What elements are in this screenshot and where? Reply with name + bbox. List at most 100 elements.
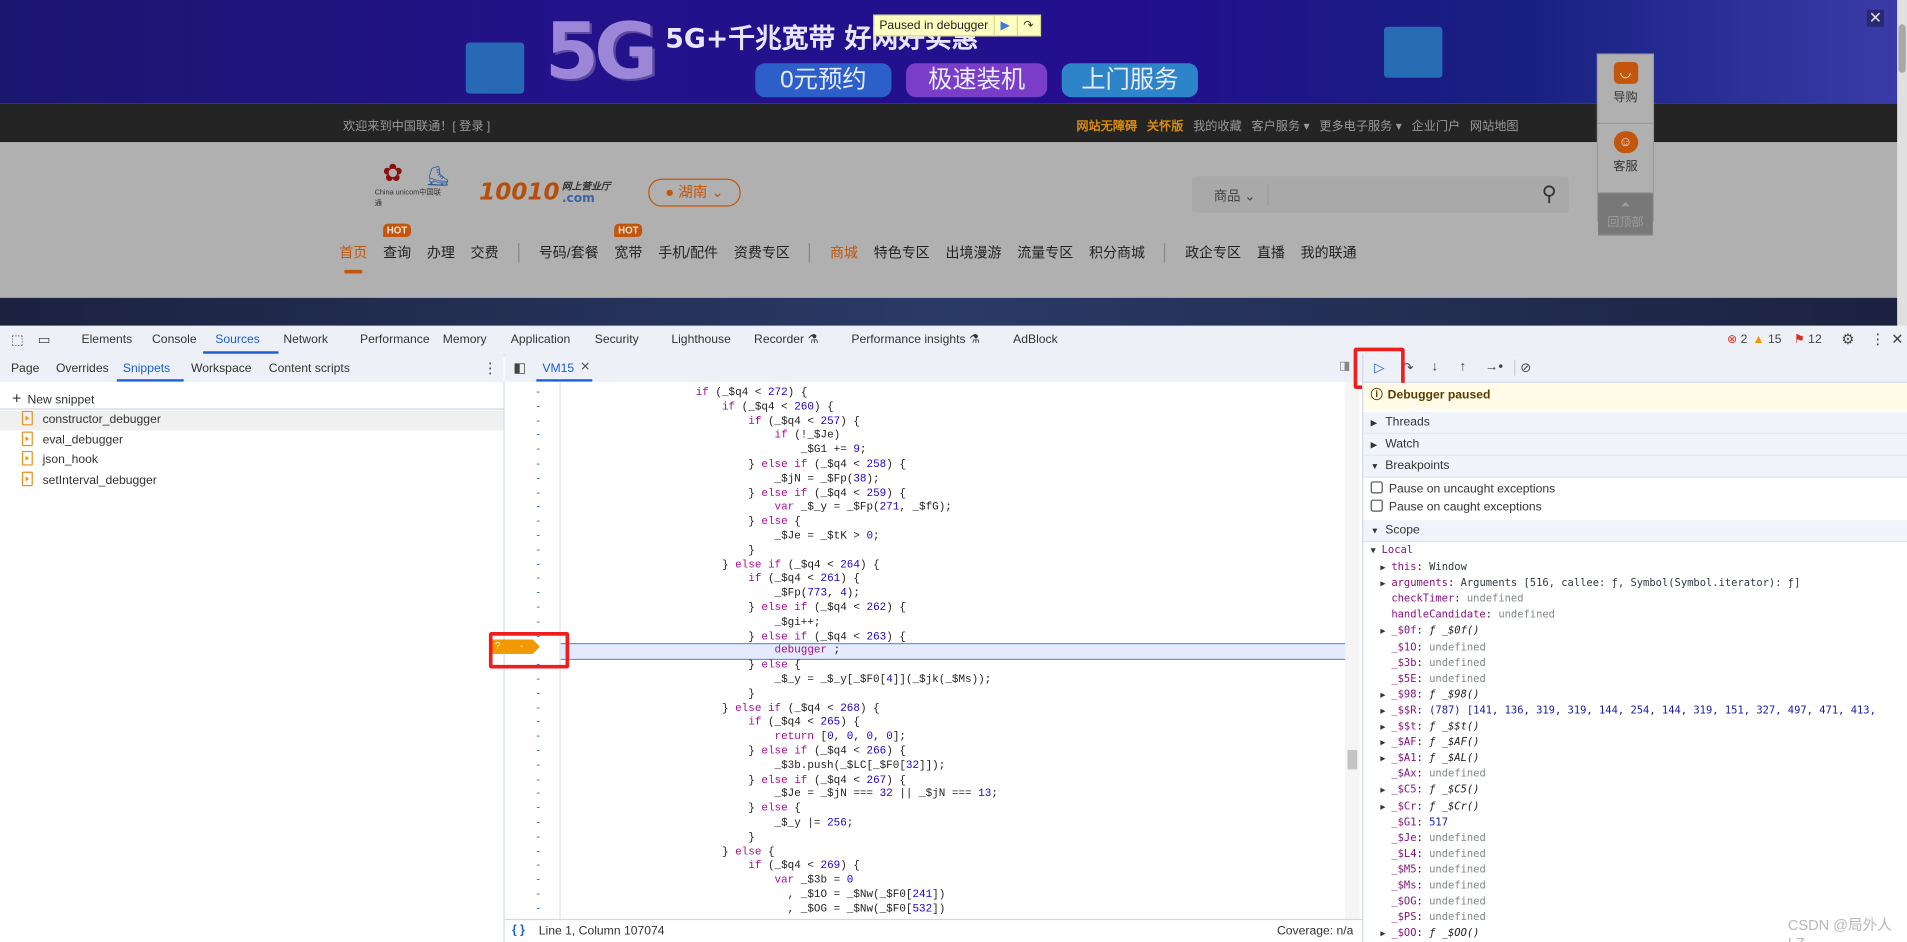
scrollbar-thumb[interactable] [1347,749,1358,770]
line-marker[interactable]: - [536,672,540,684]
line-marker[interactable]: - [536,859,540,871]
code-line[interactable]: , _$OG = _$Nw(_$F0[532]) [564,903,946,917]
welcome-login-text[interactable]: 欢迎来到中国联通！[ 登录 ] [343,115,490,133]
scope-variable[interactable]: ▶ this: Window [1380,560,1466,576]
toggle-navigator-icon[interactable]: ◧ [513,360,526,376]
topbar-link[interactable]: 关怀版 [1147,115,1183,133]
devtools-tab[interactable]: Performance insights ⚗ [851,333,980,346]
banner-button-reserve[interactable]: 0元预约 [755,63,892,98]
expand-icon[interactable]: ▶ [1380,560,1391,576]
code-line[interactable]: if (_$q4 < 261) { [564,573,860,587]
code-line[interactable]: } else if (_$q4 < 268) { [564,702,880,716]
location-selector[interactable]: ● 湖南 ⌄ [648,178,741,207]
toggle-debugger-sidebar-icon[interactable]: ◨ [1339,360,1350,373]
scope-variable[interactable]: ▶ _$Cr: ƒ _$Cr() [1380,799,1479,815]
expand-icon[interactable]: ▶ [1380,624,1391,640]
code-line[interactable]: } [564,688,755,702]
snippet-item[interactable]: setInterval_debugger [0,471,504,490]
issues-count[interactable]: ⚑ 12 [1794,333,1822,346]
code-line[interactable]: _$3b.push(_$LC[_$F0[32]]); [564,759,946,773]
code-line[interactable]: } else { [564,845,775,859]
line-marker[interactable]: - [536,773,540,785]
nav-item[interactable]: 流量专区 [1017,243,1073,262]
line-marker[interactable]: - [536,414,540,426]
navigator-tab[interactable]: Workspace [191,362,252,375]
checkbox[interactable] [1370,499,1383,512]
back-to-top-button[interactable]: ⏶ 回顶部 [1598,193,1653,236]
devtools-tab[interactable]: Elements [81,333,132,346]
scope-variable[interactable]: _$M5: undefined [1380,863,1485,879]
line-marker[interactable]: - [536,572,540,584]
code-line[interactable]: if (_$q4 < 260) { [564,401,834,415]
scope-variable[interactable]: ▶ _$98: ƒ _$98() [1380,688,1479,704]
nav-item[interactable]: 办理 [427,243,455,262]
scope-variable[interactable]: ▶ _$OO: ƒ _$OO() [1380,927,1479,942]
code-line[interactable]: } else if (_$q4 < 262) { [564,602,906,616]
line-marker[interactable]: - [536,400,540,412]
navigator-tab[interactable]: Overrides [56,362,109,375]
expand-icon[interactable]: ▶ [1380,783,1391,799]
scope-variable[interactable]: _$3b: undefined [1380,656,1485,672]
topbar-link[interactable]: 客户服务 ▾ [1251,115,1309,133]
line-marker[interactable]: - [536,557,540,569]
nav-item[interactable]: 查询 HOT [383,223,411,262]
more-options-icon[interactable]: ⋮ [483,360,498,377]
gear-icon[interactable]: ⚙ [1841,331,1854,348]
topbar-link[interactable]: 企业门户 [1412,115,1461,133]
scope-variable[interactable]: ▶ _$0f: ƒ _$0f() [1380,624,1479,640]
devtools-tab[interactable]: Memory [443,333,487,346]
expand-icon[interactable]: ▶ [1380,927,1391,942]
scope-variable[interactable]: ▶ _$$t: ƒ _$$t() [1380,720,1479,736]
code-line[interactable]: if (_$q4 < 257) { [564,415,860,429]
expand-icon[interactable]: ▶ [1380,704,1391,720]
warning-count[interactable]: ▲ 15 [1753,333,1782,346]
code-line[interactable]: if (_$q4 < 269) { [564,860,860,874]
code-line[interactable]: _$_y = _$_y[_$F0[4]](_$jk(_$Ms)); [564,673,992,687]
devtools-tab[interactable]: Security [595,333,639,346]
watch-section[interactable]: ▶ Watch [1363,433,1907,456]
nav-item[interactable]: 政企专区 [1185,243,1241,262]
line-marker[interactable]: - [536,902,540,914]
pretty-print-icon[interactable]: { } [512,924,525,937]
code-line[interactable]: } [564,831,755,845]
line-marker[interactable]: - [536,816,540,828]
devtools-tab[interactable]: Console [152,333,197,346]
nav-item[interactable]: 资费专区 [734,243,790,262]
close-icon[interactable]: ✕ [1891,331,1903,348]
scope-variable[interactable]: ▶ _$$R: (787) [141, 136, 319, 319, 144, 2… [1380,704,1876,720]
banner-button-install[interactable]: 极速装机 [906,63,1048,98]
line-marker[interactable]: - [536,715,540,727]
devtools-tab[interactable]: Network [283,333,328,346]
search-box[interactable]: 商品 ⌄ ⚲ [1191,176,1569,213]
code-line[interactable]: } [564,544,755,558]
code-line[interactable]: if (_$q4 < 272) { [564,387,808,401]
line-marker[interactable]: - [536,844,540,856]
pause-uncaught-checkbox[interactable]: Pause on uncaught exceptions [1370,481,1555,496]
snippet-item[interactable]: constructor_debugger [0,410,504,431]
scope-variable[interactable]: _$1O: undefined [1380,640,1485,656]
scope-variable[interactable]: _$Ax: undefined [1380,767,1485,783]
code-line[interactable]: } else if (_$q4 < 264) { [564,559,880,573]
threads-section[interactable]: ▶ Threads [1363,412,1907,434]
navigator-tab[interactable]: Snippets [123,362,170,375]
line-marker[interactable]: - [536,600,540,612]
scope-variable[interactable]: checkTimer: undefined [1380,592,1523,608]
line-marker[interactable]: - [536,758,540,770]
code-line[interactable]: debugger ; [564,645,841,659]
close-icon[interactable]: ✕ [1866,9,1884,27]
code-line[interactable]: } else if (_$q4 < 263) { [564,630,906,644]
line-marker[interactable]: - [536,471,540,483]
inspect-element-icon[interactable]: ⬚ [11,332,24,348]
device-toolbar-icon[interactable]: ▭ [38,332,51,348]
code-line[interactable]: } else { [564,659,801,673]
scope-variable[interactable]: _$Je: undefined [1380,831,1485,847]
navigator-tab[interactable]: Page [11,362,39,375]
code-line[interactable]: } else if (_$q4 < 258) { [564,458,906,472]
code-line[interactable]: var _$_y = _$Fp(271, _$fG); [564,501,952,515]
page-scrollbar[interactable] [1897,0,1907,326]
line-marker[interactable]: - [536,687,540,699]
line-marker[interactable]: - [536,529,540,541]
scope-variable[interactable]: _$L4: undefined [1380,847,1485,863]
error-count[interactable]: ⊗ 2 [1727,333,1747,346]
code-line[interactable]: } else if (_$q4 < 266) { [564,745,906,759]
